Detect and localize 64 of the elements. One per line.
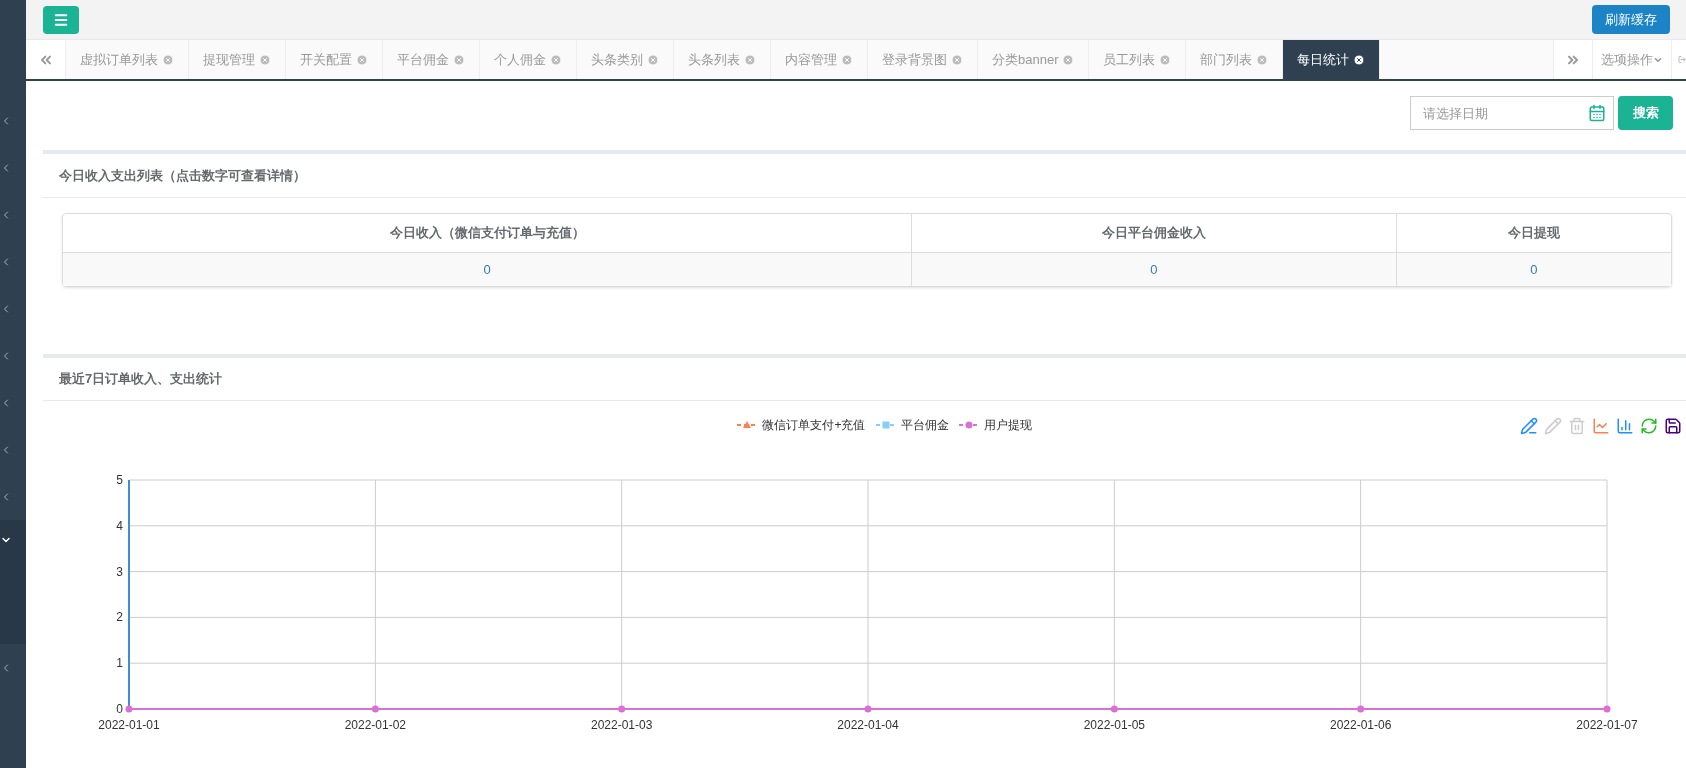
- tab[interactable]: 开关配置: [286, 40, 383, 79]
- amount-link[interactable]: 0: [1530, 259, 1538, 280]
- calendar-icon[interactable]: [1588, 104, 1606, 122]
- legend-marker-icon[interactable]: [737, 420, 758, 430]
- refresh-icon[interactable]: [1640, 417, 1658, 435]
- legend-marker-icon[interactable]: [875, 420, 896, 430]
- x-axis-label: 2022-01-05: [1083, 718, 1146, 732]
- legend-label[interactable]: 微信订单支付+充值: [762, 416, 866, 434]
- sidebar-item[interactable]: [0, 520, 26, 644]
- x-axis-label: 2022-01-07: [1576, 718, 1638, 732]
- legend-marker-icon[interactable]: [958, 420, 979, 430]
- data-point: [864, 705, 872, 713]
- tab[interactable]: 内容管理: [771, 40, 868, 79]
- tab[interactable]: 分类banner: [978, 40, 1090, 79]
- tab[interactable]: 头条列表: [674, 40, 771, 79]
- save-icon[interactable]: [1664, 417, 1682, 435]
- amount-link[interactable]: 0: [1150, 259, 1158, 280]
- tab[interactable]: 登录背景图: [868, 40, 978, 79]
- legend-label[interactable]: 平台佣金: [900, 416, 949, 434]
- data-point: [371, 705, 379, 713]
- column-header: 今日提现: [1395, 214, 1671, 252]
- pencil-icon[interactable]: [1544, 417, 1562, 435]
- x-axis-label: 2022-01-06: [1329, 718, 1392, 732]
- pencil-icon[interactable]: [1520, 417, 1538, 435]
- x-axis-label: 2022-01-02: [344, 718, 407, 732]
- x-axis-label: 2022-01-03: [590, 718, 653, 732]
- search-button[interactable]: 搜索: [1618, 96, 1673, 130]
- panel-title: 今日收入支出列表（点击数字可查看详情）: [43, 154, 1686, 198]
- close-icon[interactable]: [1353, 53, 1366, 66]
- data-point: [1603, 705, 1611, 713]
- refresh-cache-button[interactable]: 刷新缓存: [1592, 5, 1670, 34]
- y-axis-label: 2: [116, 610, 123, 625]
- legend-label[interactable]: 用户提现: [983, 416, 1032, 434]
- y-axis-label: 5: [116, 473, 123, 487]
- panel-title: 最近7日订单收入、支出统计: [43, 358, 1686, 401]
- tab[interactable]: 个人佣金: [480, 40, 577, 79]
- y-axis-label: 1: [116, 656, 123, 671]
- data-point: [1357, 705, 1365, 713]
- tab[interactable]: 员工列表: [1089, 40, 1187, 79]
- menu-button[interactable]: [43, 5, 79, 34]
- x-axis-label: 2022-01-01: [98, 718, 160, 732]
- tab[interactable]: 提现管理: [189, 40, 286, 79]
- data-point: [618, 705, 626, 713]
- tab[interactable]: 每日统计: [1283, 40, 1381, 79]
- date-field[interactable]: 请选择日期: [1410, 96, 1614, 130]
- column-header: 今日收入（微信支付订单与充值）: [388, 224, 586, 243]
- trash-icon[interactable]: [1568, 417, 1586, 435]
- line-chart-icon[interactable]: [1592, 417, 1610, 435]
- tab[interactable]: 虚拟订单列表: [66, 40, 189, 79]
- options-dropdown[interactable]: 选项操作: [1593, 40, 1672, 79]
- tab[interactable]: 平台佣金: [383, 40, 480, 79]
- y-axis-label: 3: [116, 564, 123, 579]
- x-axis-label: 2022-01-04: [837, 718, 899, 732]
- tab[interactable]: 头条类别: [577, 40, 674, 79]
- column-header: 今日平台佣金收入: [911, 214, 1396, 252]
- scroll-right-button[interactable]: [1553, 40, 1593, 79]
- menu-icon: [53, 11, 69, 28]
- data-point: [1110, 705, 1118, 713]
- y-axis-label: 4: [116, 518, 123, 533]
- y-axis-label: 0: [116, 702, 123, 716]
- data-point: [125, 705, 133, 713]
- bar-chart-icon[interactable]: [1616, 417, 1634, 435]
- amount-link[interactable]: 0: [483, 259, 491, 280]
- exit-icon: [1678, 54, 1686, 65]
